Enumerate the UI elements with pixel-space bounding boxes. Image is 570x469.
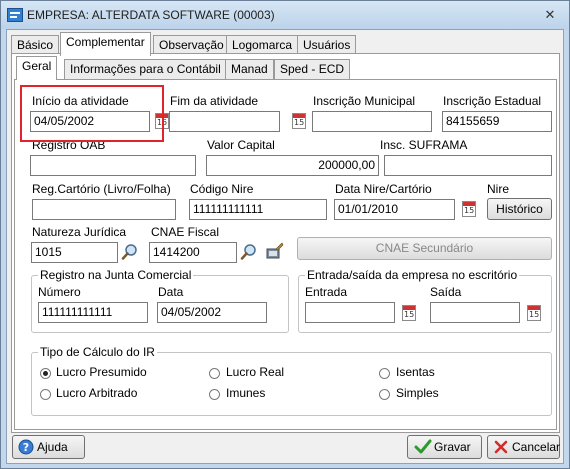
highlight-box xyxy=(20,85,164,142)
junta-comercial-title: Registro na Junta Comercial xyxy=(38,268,194,282)
fim-atividade-label: Fim da atividade xyxy=(170,94,259,108)
nire-label: Nire xyxy=(487,182,510,196)
save-label: Gravar xyxy=(434,440,471,454)
cnae-fiscal-label: CNAE Fiscal xyxy=(151,225,220,239)
radio-lucro-arbitrado[interactable] xyxy=(40,389,51,400)
radio-imunes[interactable] xyxy=(209,389,220,400)
entrada-input[interactable] xyxy=(305,302,395,323)
natureza-juridica-input[interactable]: 1015 xyxy=(31,242,118,263)
data-label: Data xyxy=(158,285,184,299)
codigo-nire-input[interactable]: 111111111111 xyxy=(189,199,327,220)
cancel-icon xyxy=(494,440,508,454)
subtab-contabil[interactable]: Informações para o Contábil xyxy=(64,59,227,79)
entrada-saida-group: Entrada/saída da empresa no escritório E… xyxy=(298,268,552,333)
isentas-label[interactable]: Isentas xyxy=(396,365,435,379)
tab-complementar[interactable]: Complementar xyxy=(60,32,151,56)
tab-observacao[interactable]: Observação xyxy=(153,35,230,55)
saida-label: Saída xyxy=(430,285,462,299)
reg-cartorio-label: Reg.Cartório (Livro/Folha) xyxy=(32,182,171,196)
search-icon[interactable] xyxy=(240,243,258,261)
codigo-nire-label: Código Nire xyxy=(190,182,254,196)
calendar-icon[interactable]: 15 xyxy=(402,305,416,321)
entrada-saida-title: Entrada/saída da empresa no escritório xyxy=(305,268,520,282)
radio-simples[interactable] xyxy=(379,389,390,400)
lucro-real-label[interactable]: Lucro Real xyxy=(226,365,284,379)
help-icon: ? xyxy=(18,439,34,455)
saida-input[interactable] xyxy=(430,302,520,323)
data-input[interactable]: 04/05/2002 xyxy=(157,302,267,323)
entrada-label: Entrada xyxy=(305,285,348,299)
cnae-secundario-button[interactable]: CNAE Secundário xyxy=(297,237,552,260)
suframa-label: Insc. SUFRAMA xyxy=(380,138,468,152)
title-bar: EMPRESA: ALTERDATA SOFTWARE (00003) ✕ xyxy=(1,1,569,29)
help-label: Ajuda xyxy=(37,440,68,454)
window-title: EMPRESA: ALTERDATA SOFTWARE (00003) xyxy=(27,8,275,22)
radio-lucro-real[interactable] xyxy=(209,368,220,379)
calendar-icon[interactable]: 15 xyxy=(292,113,306,129)
subtab-sped-ecd[interactable]: Sped - ECD xyxy=(274,59,351,79)
radio-lucro-presumido[interactable] xyxy=(40,368,51,379)
natureza-juridica-label: Natureza Jurídica xyxy=(32,225,127,239)
calendar-icon[interactable]: 15 xyxy=(462,201,476,217)
registro-oab-input[interactable] xyxy=(30,155,196,176)
svg-text:?: ? xyxy=(23,441,29,454)
check-icon xyxy=(414,439,432,454)
cancel-label: Cancelar xyxy=(512,440,561,454)
radio-isentas[interactable] xyxy=(379,368,390,379)
inscricao-estadual-label: Inscrição Estadual xyxy=(443,94,542,108)
numero-label: Número xyxy=(38,285,81,299)
imunes-label[interactable]: Imunes xyxy=(226,386,265,400)
simples-label[interactable]: Simples xyxy=(396,386,439,400)
close-button[interactable]: ✕ xyxy=(537,6,563,24)
app-icon xyxy=(7,8,23,22)
fim-atividade-input[interactable] xyxy=(169,111,280,132)
cnae-fiscal-input[interactable]: 1414200 xyxy=(149,242,237,263)
inscricao-municipal-label: Inscrição Municipal xyxy=(313,94,416,108)
help-button[interactable]: ? Ajuda xyxy=(12,435,85,459)
data-nire-label: Data Nire/Cartório xyxy=(335,182,432,196)
tab-usuarios[interactable]: Usuários xyxy=(297,35,357,55)
suframa-input[interactable] xyxy=(384,155,552,176)
junta-comercial-group: Registro na Junta Comercial Número 11111… xyxy=(31,268,289,333)
search-icon[interactable] xyxy=(121,243,139,261)
historico-button[interactable]: Histórico xyxy=(487,198,552,220)
save-button[interactable]: Gravar xyxy=(407,435,482,459)
data-nire-input[interactable]: 01/01/2010 xyxy=(334,199,455,220)
company-window: EMPRESA: ALTERDATA SOFTWARE (00003) ✕ Bá… xyxy=(0,0,570,469)
reg-cartorio-input[interactable] xyxy=(32,199,176,220)
numero-input[interactable]: 111111111111 xyxy=(38,302,148,323)
tab-basico[interactable]: Básico xyxy=(11,35,60,55)
calendar-icon[interactable]: 15 xyxy=(527,305,541,321)
tool-icon[interactable] xyxy=(266,242,284,260)
inscricao-municipal-input[interactable] xyxy=(312,111,432,132)
subtab-geral[interactable]: Geral xyxy=(16,56,58,80)
lucro-presumido-label[interactable]: Lucro Presumido xyxy=(56,365,147,379)
lucro-arbitrado-label[interactable]: Lucro Arbitrado xyxy=(56,386,137,400)
cancel-button[interactable]: Cancelar xyxy=(487,435,560,459)
tab-logomarca[interactable]: Logomarca xyxy=(226,35,299,55)
subtab-manad[interactable]: Manad xyxy=(225,59,274,79)
ir-group: Tipo de Cálculo do IR Lucro Presumido Lu… xyxy=(31,345,552,416)
inscricao-estadual-input[interactable]: 84155659 xyxy=(442,111,552,132)
ir-title: Tipo de Cálculo do IR xyxy=(38,345,157,359)
valor-capital-input[interactable]: 200000,00 xyxy=(206,155,379,176)
valor-capital-label: Valor Capital xyxy=(207,138,275,152)
